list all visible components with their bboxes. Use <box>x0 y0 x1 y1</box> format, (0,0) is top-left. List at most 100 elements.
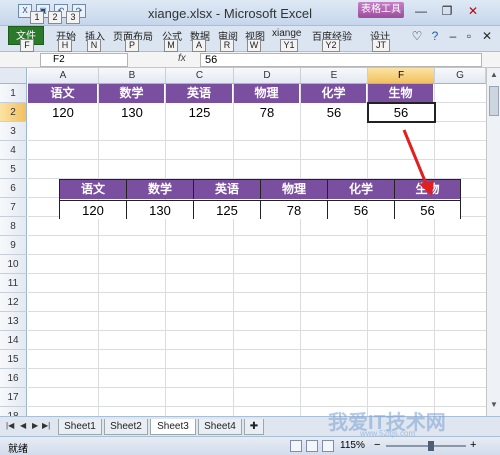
keytip-qat-2: 2 <box>48 11 62 24</box>
cell-e1[interactable]: 化学 <box>301 84 367 103</box>
zoom-in-icon[interactable]: + <box>470 439 476 451</box>
insert-sheet-icon[interactable]: ✚ <box>244 419 264 435</box>
scroll-thumb[interactable] <box>489 86 499 116</box>
ribbon-restore-icon[interactable]: ▫ <box>460 29 478 45</box>
column-header-c[interactable]: C <box>166 68 234 84</box>
row-header-13[interactable]: 13 <box>0 312 27 331</box>
keytip-qat-3: 3 <box>66 11 80 24</box>
row-header-5[interactable]: 5 <box>0 160 27 179</box>
zoom-slider[interactable] <box>386 445 466 447</box>
keytip-review: R <box>220 39 234 52</box>
keytip-qat-1: 1 <box>30 11 44 24</box>
sheet-tab-sheet4[interactable]: Sheet4 <box>198 419 242 435</box>
name-box[interactable]: F2 <box>40 53 128 67</box>
zoom-slider-thumb[interactable] <box>428 441 434 451</box>
prev-sheet-icon[interactable]: ◀ <box>20 421 26 430</box>
vertical-scrollbar[interactable]: ▲ ▼ <box>486 68 500 416</box>
help-icon[interactable]: ? <box>426 29 444 45</box>
workbook-close-icon[interactable]: ✕ <box>478 29 496 45</box>
worksheet-grid[interactable]: A B C D E F G 1 2 3 4 5 6 7 8 9 10 11 12… <box>0 68 500 416</box>
gridline <box>28 349 486 350</box>
status-ready: 就绪 <box>8 444 28 455</box>
cell-b1[interactable]: 数学 <box>99 84 165 103</box>
gridline <box>28 330 486 331</box>
select-all-corner[interactable] <box>0 68 27 84</box>
column-header-e[interactable]: E <box>301 68 368 84</box>
status-bar: 就绪 115% − + <box>0 436 500 455</box>
watermark-url: www.52itjs.com <box>360 429 416 438</box>
gridline <box>367 84 368 416</box>
title-bar: X ▣ ↶ ↷ 1 2 3 xiange.xlsx - Microsoft Ex… <box>0 0 500 26</box>
zoom-level[interactable]: 115% <box>340 440 365 451</box>
sheet-tab-sheet2[interactable]: Sheet2 <box>104 419 148 435</box>
formula-input[interactable]: 56 <box>200 53 482 67</box>
restore-icon[interactable]: ❐ <box>438 4 456 20</box>
cell-d1[interactable]: 物理 <box>234 84 300 103</box>
row-header-16[interactable]: 16 <box>0 369 27 388</box>
first-sheet-icon[interactable]: |◀ <box>6 421 14 430</box>
row-header-4[interactable]: 4 <box>0 141 27 160</box>
sheet-tab-sheet1[interactable]: Sheet1 <box>58 419 102 435</box>
row-header-12[interactable]: 12 <box>0 293 27 312</box>
zoom-out-icon[interactable]: − <box>374 439 380 451</box>
minimize-icon[interactable]: — <box>412 4 430 20</box>
row-header-15[interactable]: 15 <box>0 350 27 369</box>
column-header-f[interactable]: F <box>368 68 435 84</box>
pasted-table-picture[interactable]: 语文 数学 英语 物理 化学 生物 120 130 125 78 56 56 <box>59 179 461 219</box>
cell-b2[interactable]: 130 <box>99 103 165 122</box>
cell-d2[interactable]: 78 <box>234 103 300 122</box>
column-header-a[interactable]: A <box>28 68 99 84</box>
row-header-14[interactable]: 14 <box>0 331 27 350</box>
cell-c2[interactable]: 125 <box>166 103 233 122</box>
row-header-18[interactable]: 18 <box>0 407 27 416</box>
cell-c1[interactable]: 英语 <box>166 84 233 103</box>
keytip-insert: N <box>87 39 101 52</box>
heart-icon[interactable]: ♡ <box>408 29 426 45</box>
tab-xiange[interactable]: xiange <box>272 28 301 39</box>
row-header-2[interactable]: 2 <box>0 103 27 122</box>
cell-f1[interactable]: 生物 <box>368 84 434 103</box>
row-header-8[interactable]: 8 <box>0 217 27 236</box>
pasted-header-cell: 化学 <box>328 180 395 199</box>
column-header-g[interactable]: G <box>435 68 486 84</box>
normal-view-icon[interactable] <box>290 440 302 452</box>
row-header-11[interactable]: 11 <box>0 274 27 293</box>
column-header-d[interactable]: D <box>234 68 301 84</box>
pasted-value-cell: 56 <box>328 200 395 219</box>
pasted-header-cell: 英语 <box>194 180 261 199</box>
page-break-view-icon[interactable] <box>322 440 334 452</box>
cell-e2[interactable]: 56 <box>301 103 367 122</box>
keytip-design: JT <box>372 39 390 52</box>
pasted-value-cell: 120 <box>60 200 127 219</box>
next-sheet-icon[interactable]: ▶ <box>32 421 38 430</box>
row-header-6[interactable]: 6 <box>0 179 27 198</box>
pasted-value-cell: 125 <box>194 200 261 219</box>
last-sheet-icon[interactable]: ▶| <box>42 421 50 430</box>
row-header-9[interactable]: 9 <box>0 236 27 255</box>
pasted-value-cell: 78 <box>261 200 328 219</box>
row-header-3[interactable]: 3 <box>0 122 27 141</box>
gridline <box>434 84 435 416</box>
cell-a1[interactable]: 语文 <box>28 84 98 103</box>
pasted-header-cell: 生物 <box>395 180 460 199</box>
gridline <box>300 84 301 416</box>
scroll-up-icon[interactable]: ▲ <box>489 70 499 82</box>
row-header-10[interactable]: 10 <box>0 255 27 274</box>
row-header-17[interactable]: 17 <box>0 388 27 407</box>
page-layout-view-icon[interactable] <box>306 440 318 452</box>
gridline <box>28 254 486 255</box>
row-header-7[interactable]: 7 <box>0 198 27 217</box>
keytip-file: F <box>20 39 34 52</box>
close-icon[interactable]: ✕ <box>464 4 482 20</box>
sheet-tab-sheet3[interactable]: Sheet3 <box>150 419 196 435</box>
gridline <box>28 235 486 236</box>
gridline <box>233 84 234 416</box>
scroll-down-icon[interactable]: ▼ <box>489 400 499 412</box>
column-header-b[interactable]: B <box>99 68 166 84</box>
insert-function-icon[interactable]: fx <box>178 53 186 64</box>
keytip-view: W <box>247 39 261 52</box>
cell-a2[interactable]: 120 <box>28 103 98 122</box>
row-header-1[interactable]: 1 <box>0 84 27 103</box>
keytip-baidu-jingyan: Y2 <box>322 39 340 52</box>
gridline <box>28 387 486 388</box>
